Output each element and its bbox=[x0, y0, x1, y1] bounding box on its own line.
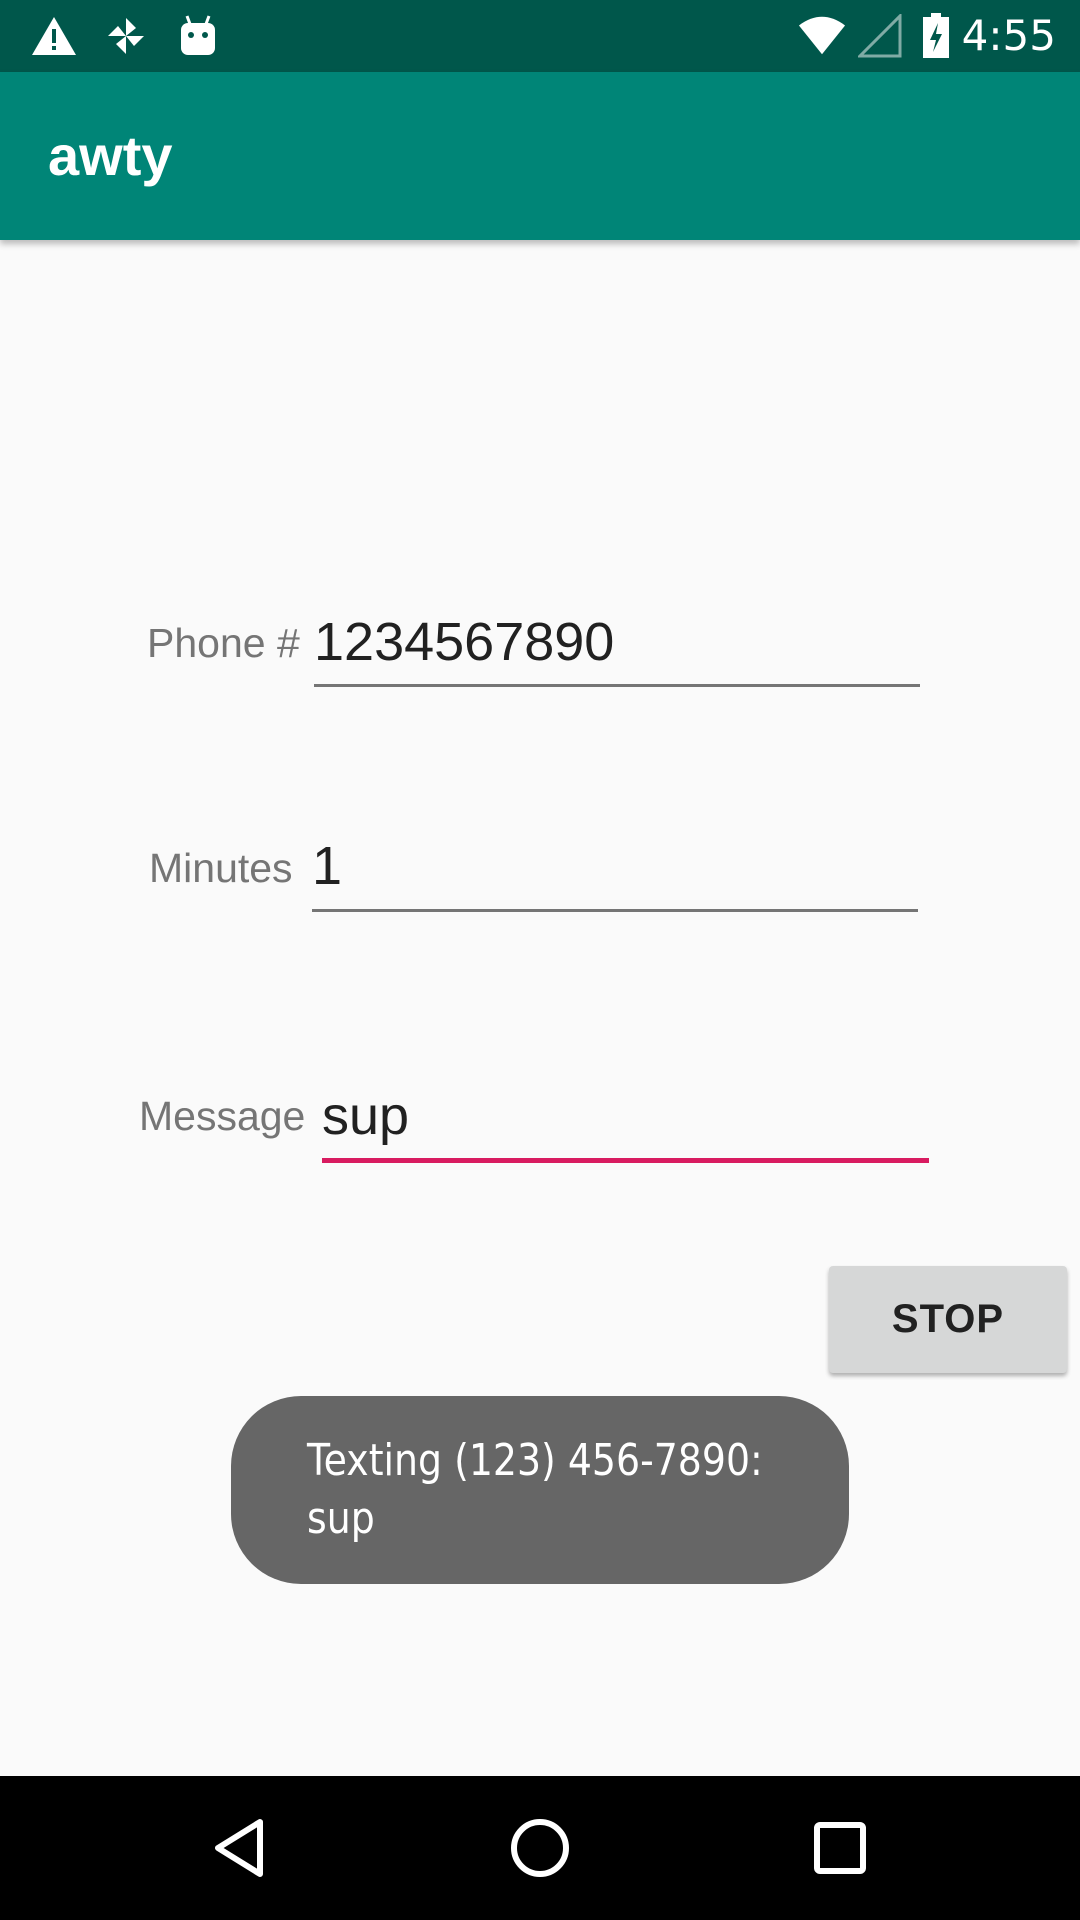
status-bar: 4:55 bbox=[0, 0, 1080, 72]
minutes-input[interactable]: 1 bbox=[312, 836, 918, 912]
pinwheel-icon bbox=[102, 12, 150, 60]
phone-label: Phone # bbox=[147, 620, 300, 666]
toast: Texting (123) 456-7890: sup bbox=[231, 1396, 849, 1584]
home-icon[interactable] bbox=[504, 1812, 576, 1884]
recents-icon[interactable] bbox=[804, 1812, 876, 1884]
minutes-label: Minutes bbox=[149, 845, 293, 891]
nav-bar bbox=[0, 1776, 1080, 1920]
warning-icon bbox=[30, 12, 78, 60]
battery-charging-icon bbox=[912, 12, 960, 60]
stop-button[interactable]: STOP bbox=[829, 1266, 1067, 1373]
app-bar: awty bbox=[0, 72, 1080, 240]
message-label: Message bbox=[139, 1093, 306, 1139]
signal-icon bbox=[856, 12, 904, 60]
back-icon[interactable] bbox=[204, 1812, 276, 1884]
status-time: 4:55 bbox=[961, 11, 1056, 60]
message-input[interactable]: sup bbox=[322, 1086, 929, 1163]
phone-input[interactable]: 1234567890 bbox=[314, 612, 920, 687]
app-title: awty bbox=[48, 124, 173, 187]
wifi-icon bbox=[798, 12, 846, 60]
android-icon bbox=[174, 12, 222, 60]
toast-text: Texting (123) 456-7890: sup bbox=[307, 1435, 763, 1544]
